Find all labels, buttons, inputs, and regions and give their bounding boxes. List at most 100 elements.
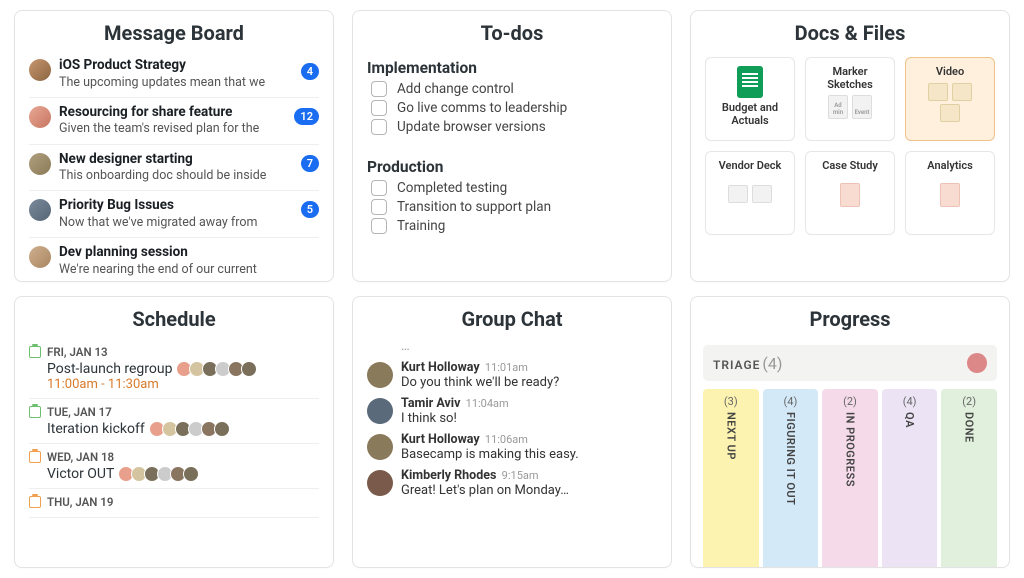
chat-message[interactable]: Tamir Aviv 11:04am I think so! xyxy=(367,396,657,426)
chat-name: Kurt Holloway xyxy=(401,432,480,447)
chat-message[interactable]: Kurt Holloway 11:01am Do you think we'll… xyxy=(367,360,657,390)
message-item[interactable]: Resourcing for share feature Given the t… xyxy=(29,98,319,145)
todo-item[interactable]: Update browser versions xyxy=(367,119,657,135)
message-item[interactable]: New designer starting This onboarding do… xyxy=(29,145,319,192)
message-item[interactable]: Priority Bug Issues Now that we've migra… xyxy=(29,191,319,238)
spreadsheet-icon xyxy=(737,66,763,98)
chat-text: I think so! xyxy=(401,411,509,426)
calendar-icon xyxy=(29,451,41,463)
todo-label: Transition to support plan xyxy=(397,199,551,215)
lane-count: (4) xyxy=(903,395,917,408)
avatar xyxy=(367,362,393,388)
docs-title: Docs & Files xyxy=(691,11,1009,53)
doc-item[interactable]: Vendor Deck xyxy=(705,151,795,235)
chat-time: 11:04am xyxy=(466,397,509,410)
chat-text: Do you think we'll be ready? xyxy=(401,375,559,390)
chat-time: 11:01am xyxy=(485,361,528,374)
todo-section-heading: Production xyxy=(367,158,657,176)
doc-item[interactable]: Video xyxy=(905,57,995,141)
doc-item[interactable]: Case Study xyxy=(805,151,895,235)
thumbnail-icon: Event xyxy=(852,95,872,119)
todo-item[interactable]: Add change control xyxy=(367,81,657,97)
progress-lane[interactable]: (2) DONE xyxy=(941,389,997,568)
message-title: Priority Bug Issues xyxy=(59,197,319,215)
chat-card[interactable]: Group Chat … Kurt Holloway 11:01am Do yo… xyxy=(352,296,672,568)
thumbnail-icon xyxy=(940,183,960,207)
checkbox-icon[interactable] xyxy=(371,100,387,116)
todo-item[interactable]: Completed testing xyxy=(367,180,657,196)
schedule-event: Iteration kickoff xyxy=(47,421,319,437)
schedule-event: Victor OUT xyxy=(47,466,319,482)
doc-title: Analytics xyxy=(927,160,973,173)
message-count-badge: 7 xyxy=(301,155,319,172)
doc-item[interactable]: Budget and Actuals xyxy=(705,57,795,141)
message-board-card[interactable]: Message Board iOS Product Strategy The u… xyxy=(14,10,334,282)
schedule-item[interactable]: FRI, JAN 13 Post-launch regroup 11:00am … xyxy=(29,339,319,399)
message-sub: We're nearing the end of our current xyxy=(59,262,319,278)
triage-bar[interactable]: TRIAGE(4) xyxy=(703,345,997,381)
schedule-item[interactable]: THU, JAN 19 xyxy=(29,489,319,518)
lane-count: (4) xyxy=(784,395,798,408)
message-item[interactable]: iOS Product Strategy The upcoming update… xyxy=(29,53,319,98)
thumbnail-icon: Ad min xyxy=(828,95,848,119)
message-board-title: Message Board xyxy=(15,11,333,53)
avatar xyxy=(367,398,393,424)
progress-card[interactable]: Progress TRIAGE(4) (3) NEXT UP(4) FIGURI… xyxy=(690,296,1010,568)
message-sub: Given the team's revised plan for the xyxy=(59,121,319,137)
todo-item[interactable]: Go live comms to leadership xyxy=(367,100,657,116)
message-title: New designer starting xyxy=(59,151,319,169)
checkbox-icon[interactable] xyxy=(371,81,387,97)
todo-item[interactable]: Transition to support plan xyxy=(367,199,657,215)
attendee-avatars xyxy=(122,466,199,482)
checkbox-icon[interactable] xyxy=(371,199,387,215)
schedule-item[interactable]: TUE, JAN 17 Iteration kickoff xyxy=(29,399,319,444)
lane-name: IN PROGRESS xyxy=(843,412,856,487)
todo-item[interactable]: Training xyxy=(367,218,657,234)
avatar xyxy=(29,106,51,128)
progress-title: Progress xyxy=(691,297,1009,339)
lane-name: NEXT UP xyxy=(724,412,737,460)
message-title: Dev planning session xyxy=(59,244,319,262)
message-count-badge: 4 xyxy=(301,63,319,80)
doc-item[interactable]: Marker SketchesAd minEvent xyxy=(805,57,895,141)
progress-lane[interactable]: (4) QA xyxy=(882,389,938,568)
todo-label: Training xyxy=(397,218,445,234)
schedule-date: FRI, JAN 13 xyxy=(29,345,319,359)
triage-count: (4) xyxy=(762,354,782,373)
triage-avatar[interactable] xyxy=(967,353,987,373)
schedule-item[interactable]: WED, JAN 18 Victor OUT xyxy=(29,444,319,489)
avatar xyxy=(29,246,51,268)
thumbnail-icon xyxy=(952,83,972,101)
attendee-avatars xyxy=(180,361,257,377)
todos-card[interactable]: To-dos Implementation Add change control… xyxy=(352,10,672,282)
schedule-date: TUE, JAN 17 xyxy=(29,405,319,419)
message-sub: Now that we've migrated away from xyxy=(59,215,319,231)
message-title: Resourcing for share feature xyxy=(59,104,319,122)
chat-message[interactable]: Kimberly Rhodes 9:15am Great! Let's plan… xyxy=(367,468,657,498)
schedule-card[interactable]: Schedule FRI, JAN 13 Post-launch regroup… xyxy=(14,296,334,568)
lane-count: (2) xyxy=(843,395,857,408)
progress-lane[interactable]: (3) NEXT UP xyxy=(703,389,759,568)
lane-count: (3) xyxy=(724,395,738,408)
checkbox-icon[interactable] xyxy=(371,180,387,196)
chat-message[interactable]: Kurt Holloway 11:06am Basecamp is making… xyxy=(367,432,657,462)
doc-title: Case Study xyxy=(822,160,878,173)
triage-label: TRIAGE xyxy=(713,358,760,372)
checkbox-icon[interactable] xyxy=(371,218,387,234)
message-count-badge: 12 xyxy=(294,108,319,125)
progress-lane[interactable]: (4) FIGURING IT OUT xyxy=(763,389,819,568)
lane-name: QA xyxy=(903,412,916,428)
schedule-event: Post-launch regroup xyxy=(47,361,319,377)
doc-item[interactable]: Analytics xyxy=(905,151,995,235)
todo-label: Update browser versions xyxy=(397,119,546,135)
docs-card[interactable]: Docs & Files Budget and ActualsMarker Sk… xyxy=(690,10,1010,282)
thumbnail-icon xyxy=(840,183,860,207)
message-sub: This onboarding doc should be inside xyxy=(59,168,319,184)
avatar xyxy=(367,434,393,460)
chat-title: Group Chat xyxy=(353,297,671,339)
message-item[interactable]: Dev planning session We're nearing the e… xyxy=(29,238,319,281)
progress-lane[interactable]: (2) IN PROGRESS xyxy=(822,389,878,568)
todos-title: To-dos xyxy=(353,11,671,53)
checkbox-icon[interactable] xyxy=(371,119,387,135)
schedule-title: Schedule xyxy=(15,297,333,339)
